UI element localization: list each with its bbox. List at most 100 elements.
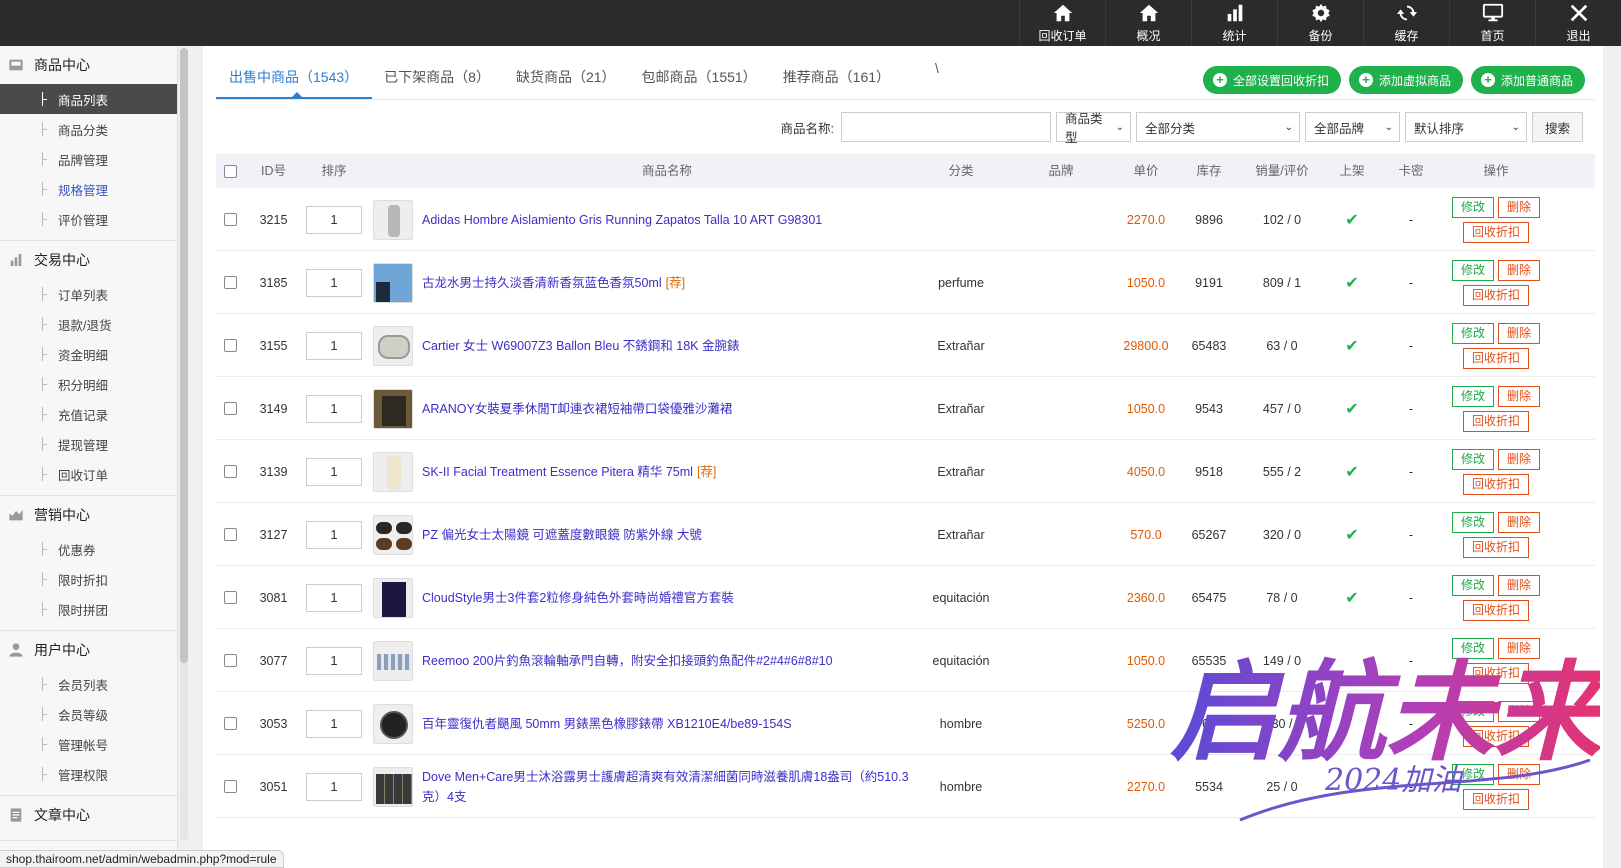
sidebar-item[interactable]: 规格管理: [0, 174, 177, 204]
row-checkbox[interactable]: [224, 654, 237, 667]
product-name-link[interactable]: Adidas Hombre Aislamiento Gris Running Z…: [422, 210, 826, 230]
delete-button[interactable]: 删除: [1498, 511, 1541, 533]
product-name-link[interactable]: 古龙水男士持久淡香清新香氛蓝色香氛50ml [荐]: [422, 273, 685, 293]
on-shelf-check-icon[interactable]: ✔: [1327, 566, 1377, 629]
sidebar-item[interactable]: 品牌管理: [0, 144, 177, 174]
recycle-discount-button[interactable]: 回收折扣: [1462, 284, 1529, 306]
product-thumbnail[interactable]: [373, 514, 413, 555]
sidebar-item[interactable]: 会员等级: [0, 699, 177, 729]
recycle-discount-button[interactable]: 回收折扣: [1462, 536, 1529, 558]
row-checkbox[interactable]: [224, 528, 237, 541]
recycle-discount-button[interactable]: 回收折扣: [1462, 410, 1529, 432]
product-name-link[interactable]: Cartier 女士 W69007Z3 Ballon Bleu 不銹鋼和 18K…: [422, 336, 743, 356]
product-thumbnail[interactable]: [373, 199, 413, 240]
sort-input[interactable]: 1: [306, 772, 362, 801]
delete-button[interactable]: 删除: [1498, 196, 1541, 218]
on-shelf-check-icon[interactable]: [1327, 692, 1377, 755]
delete-button[interactable]: 删除: [1498, 259, 1541, 281]
product-thumbnail[interactable]: [373, 640, 413, 681]
product-name-link[interactable]: SK-II Facial Treatment Essence Pitera 精华…: [422, 462, 716, 482]
product-type-select[interactable]: 商品类型 ⌄: [1055, 112, 1131, 145]
tab-2[interactable]: 缺货商品（21）: [503, 56, 629, 98]
product-name-link[interactable]: Dove Men+Care男士沐浴露男士護膚超清爽有效清潔細菌同時滋養肌膚18盎…: [422, 767, 912, 807]
add-virtual-product-button[interactable]: + 添加虚拟商品: [1348, 66, 1463, 94]
sidebar-item[interactable]: 充值记录: [0, 399, 177, 429]
product-thumbnail[interactable]: [373, 703, 413, 744]
edit-button[interactable]: 修改: [1451, 259, 1494, 281]
delete-button[interactable]: 删除: [1498, 763, 1541, 785]
recycle-discount-button[interactable]: 回收折扣: [1462, 473, 1529, 495]
sidebar-item[interactable]: 商品列表: [0, 84, 177, 114]
product-thumbnail[interactable]: [373, 766, 413, 807]
delete-button[interactable]: 删除: [1498, 574, 1541, 596]
on-shelf-check-icon[interactable]: ✔: [1327, 314, 1377, 377]
on-shelf-check-icon[interactable]: [1327, 755, 1377, 818]
edit-button[interactable]: 修改: [1451, 763, 1494, 785]
sidebar-item[interactable]: 管理权限: [0, 759, 177, 789]
sort-input[interactable]: 1: [306, 646, 362, 675]
search-button[interactable]: 搜索: [1531, 112, 1583, 142]
on-shelf-check-icon[interactable]: ✔: [1327, 188, 1377, 251]
sort-input[interactable]: 1: [306, 583, 362, 612]
topnav-item-2[interactable]: 统计: [1191, 0, 1277, 46]
on-shelf-check-icon[interactable]: ✔: [1327, 251, 1377, 314]
row-checkbox[interactable]: [224, 465, 237, 478]
product-thumbnail[interactable]: [373, 325, 413, 366]
product-thumbnail[interactable]: [373, 262, 413, 303]
brand-select[interactable]: 全部品牌 ⌄: [1304, 112, 1400, 142]
row-checkbox[interactable]: [224, 402, 237, 415]
row-checkbox[interactable]: [224, 717, 237, 730]
sidebar-group-title[interactable]: 交易中心: [0, 241, 177, 279]
edit-button[interactable]: 修改: [1451, 511, 1494, 533]
edit-button[interactable]: 修改: [1451, 448, 1494, 470]
tab-3[interactable]: 包邮商品（1551）: [629, 56, 770, 98]
recycle-discount-button[interactable]: 回收折扣: [1462, 221, 1529, 243]
category-select[interactable]: 全部分类 ⌄: [1135, 112, 1300, 142]
sort-input[interactable]: 1: [306, 394, 362, 423]
product-name-link[interactable]: 百年靈復仇者颶風 50mm 男錶黑色橡膠錶帶 XB1210E4/be89-154…: [422, 714, 796, 734]
product-thumbnail[interactable]: [373, 451, 413, 492]
sort-input[interactable]: 1: [306, 331, 362, 360]
sort-input[interactable]: 1: [306, 268, 362, 297]
order-select[interactable]: 默认排序 ⌄: [1404, 112, 1527, 142]
sidebar-group-title[interactable]: 商品中心: [0, 46, 177, 84]
edit-button[interactable]: 修改: [1451, 574, 1494, 596]
row-checkbox[interactable]: [224, 339, 237, 352]
topnav-item-0[interactable]: 回收订单: [1019, 0, 1105, 46]
delete-button[interactable]: 删除: [1498, 700, 1541, 722]
sidebar-item[interactable]: 限时折扣: [0, 564, 177, 594]
sort-input[interactable]: 1: [306, 205, 362, 234]
product-name-link[interactable]: CloudStyle男士3件套2粒修身純色外套時尚婚禮官方套裝: [422, 588, 738, 608]
row-checkbox[interactable]: [224, 276, 237, 289]
sidebar-scrollbar[interactable]: [180, 48, 188, 840]
topnav-item-4[interactable]: 缓存: [1363, 0, 1449, 46]
sidebar-item[interactable]: 积分明细: [0, 369, 177, 399]
product-name-link[interactable]: ARANOY女裝夏季休閒T卹連衣裙短袖帶口袋優雅沙灘裙: [422, 399, 736, 419]
edit-button[interactable]: 修改: [1451, 385, 1494, 407]
edit-button[interactable]: 修改: [1451, 322, 1494, 344]
on-shelf-check-icon[interactable]: ✔: [1327, 503, 1377, 566]
sidebar-item[interactable]: 优惠券: [0, 534, 177, 564]
delete-button[interactable]: 删除: [1498, 448, 1541, 470]
product-name-input[interactable]: [840, 112, 1051, 142]
sort-input[interactable]: 1: [306, 709, 362, 738]
sidebar-item[interactable]: 管理帐号: [0, 729, 177, 759]
sidebar-item[interactable]: 回收订单: [0, 459, 177, 489]
on-shelf-check-icon[interactable]: ✔: [1327, 377, 1377, 440]
topnav-item-6[interactable]: 退出: [1535, 0, 1621, 46]
delete-button[interactable]: 删除: [1498, 637, 1541, 659]
tab-1[interactable]: 已下架商品（8）: [371, 56, 503, 98]
topnav-item-1[interactable]: 概况: [1105, 0, 1191, 46]
delete-button[interactable]: 删除: [1498, 322, 1541, 344]
sidebar-group-title[interactable]: 文章中心: [0, 796, 177, 834]
on-shelf-check-icon[interactable]: [1327, 629, 1377, 692]
recycle-discount-button[interactable]: 回收折扣: [1462, 725, 1529, 747]
sort-input[interactable]: 1: [306, 457, 362, 486]
sidebar-item[interactable]: 会员列表: [0, 669, 177, 699]
sidebar-group-title[interactable]: 用户中心: [0, 631, 177, 669]
recycle-discount-button[interactable]: 回收折扣: [1462, 347, 1529, 369]
product-thumbnail[interactable]: [373, 577, 413, 618]
recycle-discount-button[interactable]: 回收折扣: [1462, 662, 1529, 684]
edit-button[interactable]: 修改: [1451, 700, 1494, 722]
row-checkbox[interactable]: [224, 213, 237, 226]
